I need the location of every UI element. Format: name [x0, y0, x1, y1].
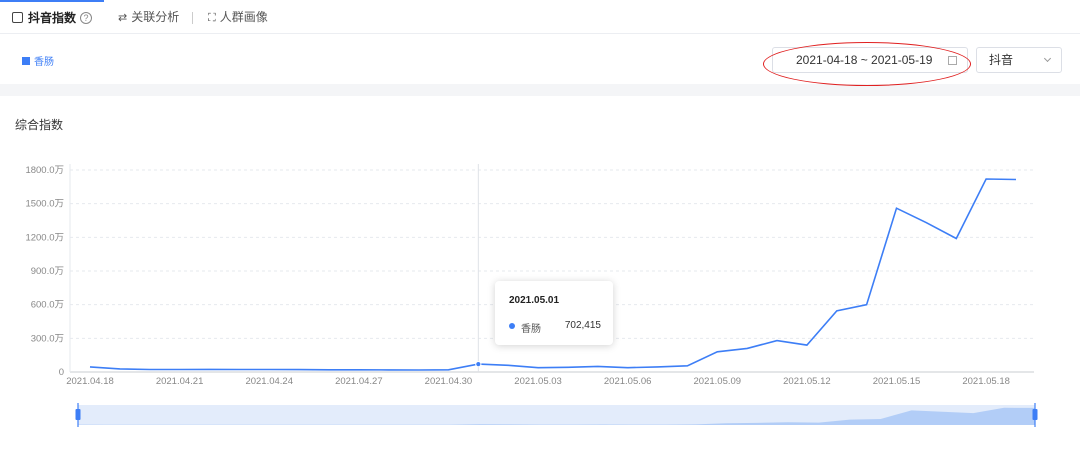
x-tick-label: 2021.04.21 — [156, 376, 204, 387]
x-tick-label: 2021.04.27 — [335, 376, 383, 387]
x-tick-label: 2021.04.24 — [245, 376, 293, 387]
x-tick-label: 2021.05.15 — [873, 376, 921, 387]
line-chart[interactable]: 0 300.0万 600.0万 900.0万 1200.0万 1500.0万 1800.0万… — [0, 0, 1080, 451]
y-tick-label: 1200.0万 — [25, 232, 64, 243]
x-tick-label: 2021.04.30 — [425, 376, 473, 387]
tooltip-series-dot — [509, 323, 515, 329]
y-tick-label: 600.0万 — [31, 300, 64, 311]
chart-tooltip: 2021.05.01 香肠 702,415 — [495, 281, 613, 345]
y-tick-label: 300.0万 — [31, 333, 64, 344]
x-tick-label: 2021.05.12 — [783, 376, 831, 387]
highlight-point[interactable] — [475, 361, 482, 368]
tooltip-date: 2021.05.01 — [509, 295, 560, 306]
y-tick-label: 0 — [59, 367, 64, 378]
x-tick-label: 2021.05.06 — [604, 376, 652, 387]
x-tick-label: 2021.05.03 — [514, 376, 562, 387]
slider-left-handle[interactable] — [75, 409, 81, 420]
tooltip-series-name: 香肠 — [521, 324, 541, 335]
tooltip-value: 702,415 — [564, 320, 601, 331]
slider-right-handle[interactable] — [1032, 409, 1038, 420]
y-tick-label: 1500.0万 — [25, 199, 64, 210]
x-tick-label: 2021.05.09 — [694, 376, 742, 387]
y-tick-label: 900.0万 — [31, 266, 64, 277]
y-tick-label: 1800.0万 — [25, 165, 64, 176]
x-tick-label: 2021.04.18 — [66, 376, 114, 387]
x-tick-label: 2021.05.18 — [962, 376, 1010, 387]
